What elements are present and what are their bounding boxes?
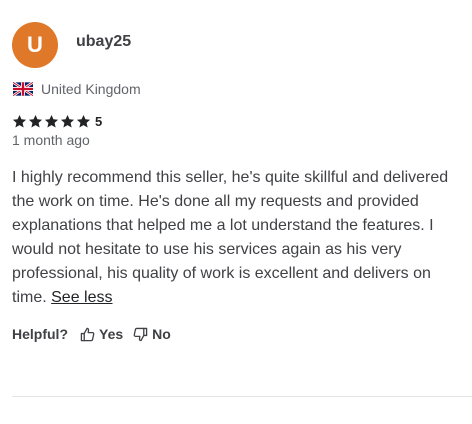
review-body: I highly recommend this seller, he's qui… [12,169,449,306]
review-header: U ubay25 [12,22,472,68]
star-icon [44,114,59,127]
see-less-link[interactable]: See less [51,289,112,306]
star-icon [28,114,43,127]
star-icon [12,114,27,127]
helpful-section: Helpful? Yes No [12,326,472,342]
review-card: U ubay25 United Kingdom 5 1 month ago I … [12,22,472,342]
review-time: 1 month ago [12,132,90,148]
helpful-yes-button[interactable]: Yes [80,326,123,342]
avatar[interactable]: U [12,22,58,68]
helpful-no-button[interactable]: No [133,326,171,342]
star-rating [12,114,91,129]
thumbs-up-icon [80,327,95,341]
star-icon [60,114,75,127]
no-label: No [152,326,171,342]
helpful-label: Helpful? [12,326,68,342]
review-text: I highly recommend this seller, he's qui… [12,166,468,310]
uk-flag-icon [13,82,33,96]
yes-label: Yes [99,326,124,342]
star-icon [76,114,91,127]
divider [12,396,472,397]
rating-value: 5 [95,113,103,129]
username[interactable]: ubay25 [76,33,131,51]
country-name: United Kingdom [41,81,141,97]
rating: 5 [12,113,472,129]
avatar-letter: U [27,32,43,57]
thumbs-down-icon [133,327,148,341]
reviewer-country: United Kingdom [12,80,472,98]
